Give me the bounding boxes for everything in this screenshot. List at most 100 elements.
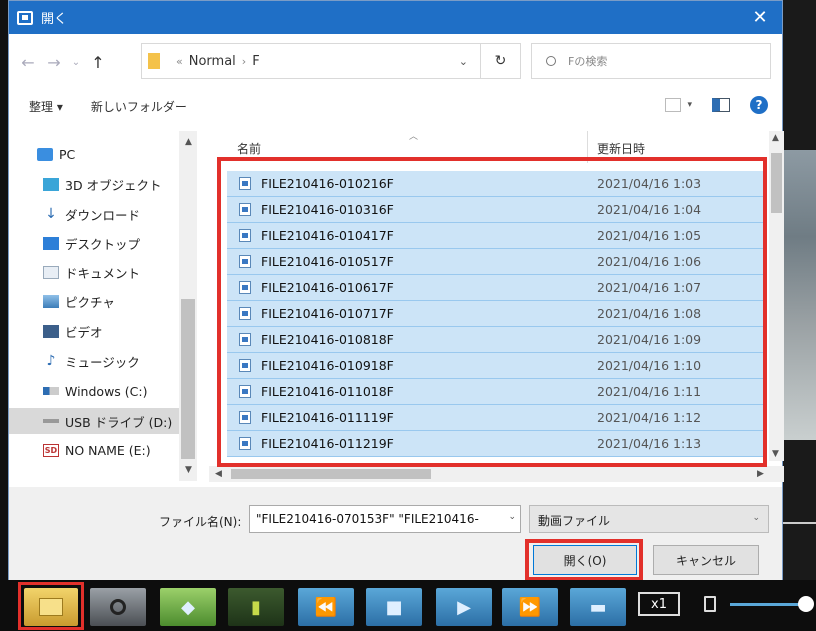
forward-arrow-icon[interactable]: → <box>41 53 67 72</box>
play-icon: ▶ <box>457 596 471 618</box>
video-icon <box>43 324 59 338</box>
recent-dropdown-icon[interactable]: ⌄ <box>67 57 85 68</box>
download-icon: ↓ <box>45 205 57 222</box>
nav-item-music[interactable]: ♪ ミュージック <box>43 348 140 374</box>
organize-button[interactable]: 整理 ▾ <box>29 98 63 115</box>
stop-button[interactable]: ■ <box>366 588 422 626</box>
nav-item-documents[interactable]: ドキュメント <box>43 259 140 285</box>
list-scroll-left-icon[interactable]: ◀ <box>215 469 222 479</box>
drive-icon <box>43 387 59 395</box>
frame-step-button[interactable]: ▬ <box>570 588 626 626</box>
list-scroll-down-icon[interactable]: ▼ <box>772 449 779 459</box>
dialog-title: 開く <box>41 12 68 27</box>
filename-dropdown-icon[interactable]: ⌄ <box>505 512 516 522</box>
nav-scroll-up-icon[interactable]: ▲ <box>185 137 192 147</box>
highlight-open-button <box>525 539 643 581</box>
nav-scrollbar-thumb[interactable] <box>181 299 195 459</box>
breadcrumb-separator[interactable]: › <box>242 55 246 68</box>
volume-slider-handle[interactable] <box>798 596 814 612</box>
preview-pane-icon[interactable] <box>712 98 730 112</box>
nav-item-pc[interactable]: PC <box>37 141 75 167</box>
settings-card-button[interactable]: ▮ <box>228 588 284 626</box>
volume-icon[interactable] <box>704 596 716 612</box>
column-date-header[interactable]: 更新日時 <box>597 140 645 157</box>
cancel-button[interactable]: キャンセル <box>653 545 759 575</box>
nav-label: NO NAME (E:) <box>65 442 151 458</box>
rewind-icon: ⏪ <box>314 596 338 618</box>
nav-label: Windows (C:) <box>65 383 148 399</box>
address-bar[interactable]: « Normal › F ⌄ <box>141 43 481 79</box>
dialog-titlebar: 開く ✕ <box>9 1 782 34</box>
nav-item-usb-drive-d[interactable]: USB ドライブ (D:) <box>9 408 179 434</box>
fast-forward-button[interactable]: ⏩ <box>502 588 558 626</box>
refresh-button[interactable]: ↻ <box>481 43 521 79</box>
search-input[interactable]: Fの検索 <box>531 43 771 79</box>
address-dropdown-icon[interactable]: ⌄ <box>459 55 468 68</box>
volume-slider[interactable] <box>730 603 806 606</box>
filetype-select[interactable]: 動画ファイル ⌄ <box>529 505 769 533</box>
camera-icon <box>110 599 126 615</box>
view-options-icon[interactable] <box>665 98 682 112</box>
toolbar-right-group: ▾ ? <box>665 96 768 114</box>
highlight-open-folder-button <box>18 582 84 630</box>
nav-label: ドキュメント <box>65 265 141 281</box>
open-file-dialog: 開く ✕ ← → ⌄ ↑ « Normal › F ⌄ ↻ Fの検索 整理 ▾ … <box>8 0 784 581</box>
highlight-selected-files <box>217 157 767 467</box>
close-button[interactable]: ✕ <box>738 1 782 34</box>
breadcrumb-f[interactable]: F <box>252 54 259 69</box>
view-dropdown-icon[interactable]: ▾ <box>687 100 692 110</box>
speed-button[interactable]: x1 <box>638 592 680 616</box>
rewind-button[interactable]: ⏪ <box>298 588 354 626</box>
usb-drive-icon <box>43 419 59 423</box>
card-icon: ▮ <box>251 596 261 618</box>
nav-label: デスクトップ <box>65 236 141 252</box>
picture-icon <box>43 294 59 308</box>
breadcrumb-normal[interactable]: Normal <box>189 54 236 69</box>
new-folder-button[interactable]: 新しいフォルダー <box>91 98 187 115</box>
nav-label: ビデオ <box>65 324 103 340</box>
nav-item-videos[interactable]: ビデオ <box>43 318 103 344</box>
sd-card-icon: SD <box>43 443 59 457</box>
help-icon[interactable]: ? <box>750 96 768 114</box>
list-vertical-scrollbar-thumb[interactable] <box>771 153 782 213</box>
snapshot-button[interactable] <box>90 588 146 626</box>
column-name-header[interactable]: 名前 <box>237 140 261 157</box>
nav-scroll-down-icon[interactable]: ▼ <box>185 465 192 475</box>
nav-item-windows-c[interactable]: Windows (C:) <box>43 378 147 404</box>
list-scroll-right-icon[interactable]: ▶ <box>757 469 764 479</box>
filename-value: "FILE210416-070153F" "FILE210416- <box>256 512 479 526</box>
navigation-pane: PC 3D オブジェクト ↓ ダウンロード デスクトップ ドキュメント ピクチャ… <box>9 131 199 481</box>
music-icon: ♪ <box>46 352 56 369</box>
folder-icon <box>148 53 160 69</box>
player-toolbar: ◆ ▮ ⏪ ■ ▶ ⏩ ▬ x1 <box>0 580 816 631</box>
up-arrow-icon[interactable]: ↑ <box>85 53 111 72</box>
nav-item-no-name-e[interactable]: SD NO NAME (E:) <box>43 437 151 463</box>
list-scroll-up-icon[interactable]: ▲ <box>772 133 779 143</box>
nav-label: USB ドライブ (D:) <box>65 414 173 430</box>
frame-step-icon: ▬ <box>589 596 607 618</box>
sort-ascending-icon: ︿ <box>409 132 419 142</box>
list-horizontal-scrollbar-thumb[interactable] <box>231 469 431 479</box>
dialog-footer: ファイル名(N): "FILE210416-070153F" "FILE2104… <box>9 487 782 581</box>
nav-label: PC <box>59 146 76 162</box>
fast-forward-icon: ⏩ <box>518 596 542 618</box>
back-arrow-icon[interactable]: ← <box>15 53 41 72</box>
nav-label: ミュージック <box>65 354 140 370</box>
pc-icon <box>37 147 53 161</box>
nav-item-download[interactable]: ↓ ダウンロード <box>43 201 140 227</box>
address-row: ← → ⌄ ↑ « Normal › F ⌄ ↻ Fの検索 <box>9 41 782 83</box>
filename-label: ファイル名(N): <box>159 515 242 529</box>
nav-label: 3D オブジェクト <box>65 177 162 193</box>
desktop-icon <box>43 236 59 250</box>
nav-item-desktop[interactable]: デスクトップ <box>43 230 140 256</box>
breadcrumb-overflow[interactable]: « <box>176 55 183 68</box>
map-button[interactable]: ◆ <box>160 588 216 626</box>
play-button[interactable]: ▶ <box>436 588 492 626</box>
background-video-frame <box>783 150 816 440</box>
nav-label: ピクチャ <box>65 294 115 310</box>
filename-input[interactable]: "FILE210416-070153F" "FILE210416- ⌄ <box>249 505 521 533</box>
search-placeholder: Fの検索 <box>568 55 608 68</box>
nav-item-pictures[interactable]: ピクチャ <box>43 288 115 314</box>
nav-item-3d-objects[interactable]: 3D オブジェクト <box>43 171 162 197</box>
filetype-value: 動画ファイル <box>538 514 611 528</box>
